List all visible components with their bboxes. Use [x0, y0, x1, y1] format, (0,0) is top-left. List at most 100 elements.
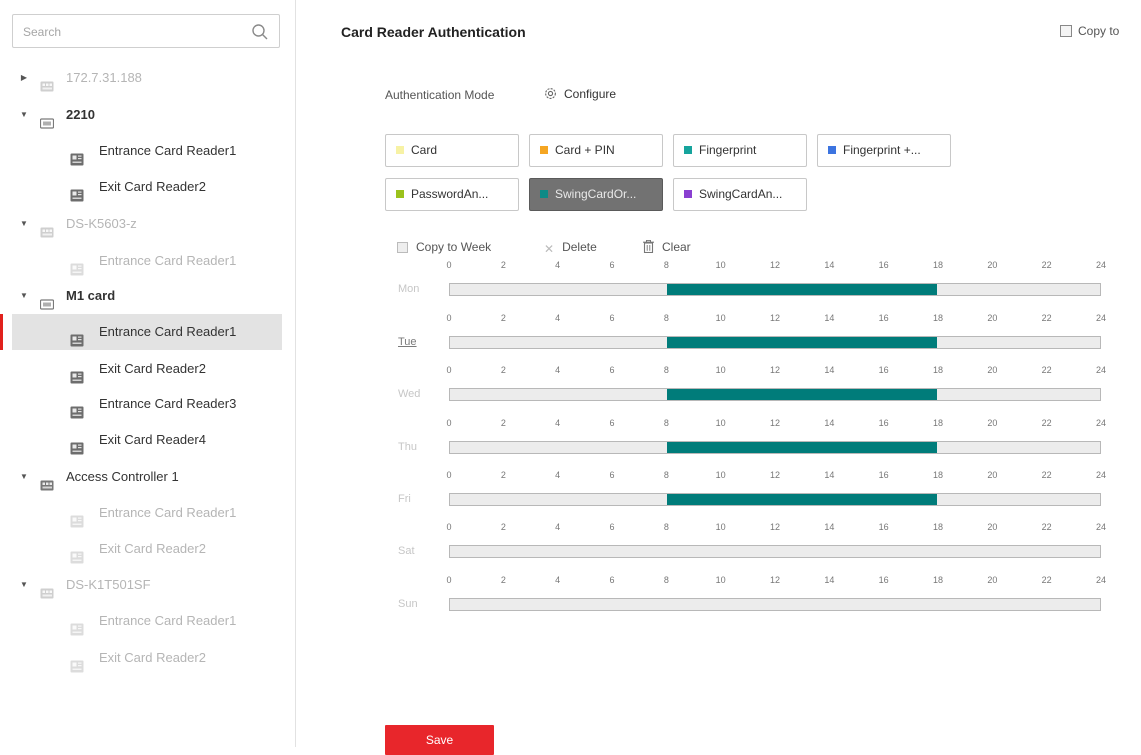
search-icon[interactable] [250, 22, 270, 42]
save-button[interactable]: Save [385, 725, 494, 755]
hour-tick-label: 22 [1041, 418, 1052, 428]
day-timeline-bar[interactable] [449, 283, 1101, 296]
tree-node-device[interactable]: ▶ 172.7.31.188 [12, 60, 282, 96]
hour-tick-label: 16 [878, 313, 889, 323]
collapse-arrow-icon[interactable]: ▼ [18, 206, 30, 242]
hour-tick-label: 0 [446, 522, 452, 532]
tree-node-card-reader[interactable]: Entrance Card Reader1 [12, 495, 282, 531]
clear-button[interactable]: Clear [643, 240, 691, 254]
hour-tick-label: 6 [609, 470, 615, 480]
tree-node-card-reader[interactable]: Exit Card Reader2 [12, 351, 282, 387]
auth-mode-button[interactable]: Fingerprint [673, 134, 807, 167]
hour-ticks: 0 2 4 6 8 10 12 14 16 18 20 22 24 [446, 470, 1106, 484]
hour-tick-label: 4 [555, 522, 561, 532]
tree-node-card-reader[interactable]: Exit Card Reader2 [12, 531, 282, 567]
auth-mode-button[interactable]: SwingCardOr... [529, 178, 663, 211]
hour-tick-label: 22 [1041, 365, 1052, 375]
tree-node-device[interactable]: ▼ M1 card [12, 278, 282, 314]
tree-node-device[interactable]: ▼ DS-K5603-z [12, 206, 282, 242]
hour-tick-label: 10 [715, 313, 726, 323]
day-label: Mon [398, 283, 420, 295]
hour-tick-label: 22 [1041, 470, 1052, 480]
copy-icon [1060, 25, 1072, 37]
hour-tick-label: 4 [555, 470, 561, 480]
day-timeline-bar[interactable] [449, 388, 1101, 401]
hour-tick-label: 24 [1095, 522, 1107, 532]
hour-tick-label: 22 [1041, 522, 1052, 532]
hour-tick-label: 2 [500, 418, 506, 428]
hour-tick-label: 8 [663, 260, 669, 270]
tree-node-label: Exit Card Reader2 [99, 541, 206, 556]
collapse-arrow-icon[interactable]: ▼ [18, 459, 30, 495]
day-timeline-bar[interactable] [449, 493, 1101, 506]
auth-mode-button[interactable]: Fingerprint +... [817, 134, 951, 167]
hour-tick-label: 6 [609, 313, 615, 323]
tree-node-card-reader[interactable]: Entrance Card Reader1 [12, 243, 282, 279]
hour-tick-label: 16 [878, 575, 889, 585]
hour-tick-label: 2 [500, 365, 506, 375]
hour-tick-label: 6 [609, 575, 615, 585]
hour-tick-label: 24 [1095, 575, 1107, 585]
day-label: Sat [398, 545, 415, 557]
collapse-arrow-icon[interactable]: ▼ [18, 278, 30, 314]
copy-week-icon [397, 242, 408, 253]
configure-button[interactable]: Configure [543, 86, 616, 101]
copy-to-button[interactable]: Copy to [1060, 24, 1119, 38]
delete-label: Delete [562, 240, 597, 254]
collapse-arrow-icon[interactable]: ▼ [18, 567, 30, 603]
search-box [12, 14, 280, 48]
hour-tick-label: 24 [1095, 365, 1107, 375]
day-timeline-bar[interactable] [449, 441, 1101, 454]
hour-tick-label: 20 [987, 313, 998, 323]
delete-button[interactable]: ✕ Delete [544, 240, 597, 256]
hour-tick-label: 6 [609, 365, 615, 375]
schedule-segment[interactable] [666, 494, 938, 505]
tree-node-device[interactable]: ▼ Access Controller 1 [12, 459, 282, 495]
hour-tick-label: 20 [987, 260, 998, 270]
tree-node-card-reader[interactable]: Exit Card Reader4 [12, 422, 282, 458]
tree-node-card-reader[interactable]: Entrance Card Reader1 [12, 133, 282, 169]
tree-node-card-reader[interactable]: Exit Card Reader2 [12, 169, 282, 205]
hour-tick-label: 6 [609, 260, 615, 270]
hour-tick-label: 8 [663, 575, 669, 585]
card-reader-icon [70, 254, 84, 276]
search-input[interactable] [21, 21, 247, 43]
collapse-arrow-icon[interactable]: ▼ [18, 97, 30, 133]
auth-mode-label: Fingerprint [699, 143, 757, 157]
schedule-segment[interactable] [666, 284, 938, 295]
auth-mode-button[interactable]: PasswordAn... [385, 178, 519, 211]
tree-node-card-reader[interactable]: Entrance Card Reader3 [12, 386, 282, 422]
schedule-segment[interactable] [666, 337, 938, 348]
tree-node-card-reader[interactable]: Entrance Card Reader1 [0, 314, 282, 350]
tree-node-card-reader[interactable]: Exit Card Reader2 [12, 640, 282, 676]
hour-tick-label: 4 [555, 313, 561, 323]
hour-tick-label: 8 [663, 522, 669, 532]
auth-mode-button[interactable]: SwingCardAn... [673, 178, 807, 211]
hour-tick-label: 12 [769, 260, 781, 270]
trash-icon [643, 240, 654, 253]
color-swatch [396, 190, 404, 198]
auth-mode-button[interactable]: Card + PIN [529, 134, 663, 167]
tree-node-device[interactable]: ▼ 2210 [12, 97, 282, 133]
auth-mode-label: SwingCardOr... [555, 187, 637, 201]
hour-tick-label: 22 [1041, 260, 1052, 270]
schedule-segment[interactable] [666, 389, 938, 400]
day-timeline-bar[interactable] [449, 598, 1101, 611]
tree-node-device[interactable]: ▼ DS-K1T501SF [12, 567, 282, 603]
controller-icon [40, 217, 54, 238]
card-reader-icon [70, 651, 84, 673]
hour-ticks: 0 2 4 6 8 10 12 14 16 18 20 22 24 [446, 575, 1106, 589]
tree-node-label: Entrance Card Reader3 [99, 396, 237, 411]
color-swatch [684, 190, 692, 198]
auth-mode-label: PasswordAn... [411, 187, 489, 201]
hour-tick-label: 14 [824, 365, 835, 375]
auth-mode-button[interactable]: Card [385, 134, 519, 167]
day-timeline-bar[interactable] [449, 545, 1101, 558]
schedule-segment[interactable] [666, 442, 938, 453]
day-timeline-bar[interactable] [449, 336, 1101, 349]
tree-node-card-reader[interactable]: Entrance Card Reader1 [12, 603, 282, 639]
copy-to-week-button[interactable]: Copy to Week [397, 240, 491, 254]
expand-arrow-icon[interactable]: ▶ [18, 60, 30, 96]
tree-node-label: Entrance Card Reader1 [99, 613, 237, 628]
color-swatch [540, 190, 548, 198]
